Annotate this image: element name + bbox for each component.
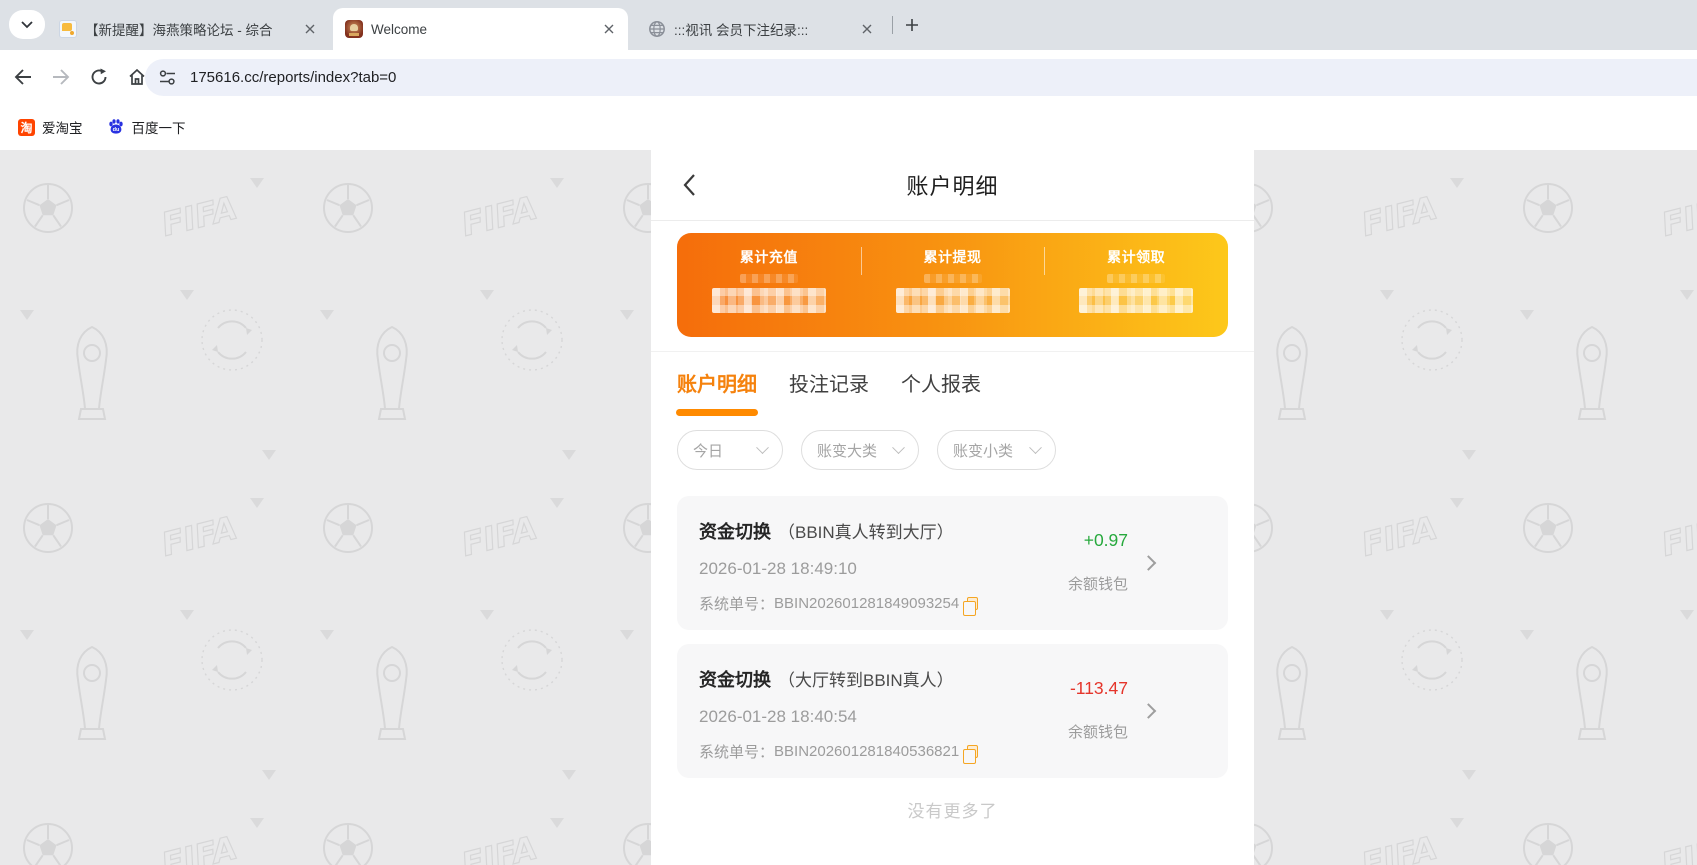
taobao-icon: 淘 [18,118,35,136]
filter-row: 今日 账变大类 账变小类 [677,430,1254,470]
transaction-amount: +0.97 [1083,530,1128,550]
forward-button[interactable] [44,60,78,94]
filter-label: 今日 [693,442,724,460]
url-text[interactable]: 175616.cc/reports/index?tab=0 [190,69,396,86]
summary-total-claimed: 累计领取 [1044,233,1228,337]
tab-strip: 【新提醒】海燕策略论坛 - 综合 Welcome :::视讯 会员下注纪录::: [0,0,1697,50]
tab-personal-report[interactable]: 个人报表 [901,370,981,400]
chevron-down-icon [1029,440,1042,454]
transaction-title: 资金切换 [699,670,771,690]
order-number: BBIN202601281849093254 [774,595,960,612]
close-icon[interactable] [600,20,618,38]
tab-search-button[interactable] [9,10,45,39]
transaction-list: 资金切换 （BBIN真人转到大厅） 2026-01-28 18:49:10 系统… [651,470,1254,778]
browser-toolbar: 175616.cc/reports/index?tab=0 [0,50,1697,104]
account-detail-panel: 账户明细 累计充值 累计提现 累计领取 账户明细 投注记录 个人报表 今日 账变… [651,150,1254,865]
bookmark-label: 爱淘宝 [42,121,83,136]
address-bar[interactable]: 175616.cc/reports/index?tab=0 [145,59,1697,96]
page-title: 账户明细 [906,174,999,199]
back-button[interactable] [6,60,40,94]
censored-blur [923,274,982,283]
transaction-amount: -113.47 [1069,678,1128,698]
summary-total-deposit: 累计充值 [677,233,861,337]
page-header: 账户明细 [651,150,1254,221]
wallet-label: 余额钱包 [1067,576,1128,593]
bookmark-baidu[interactable]: du 百度一下 [101,113,192,141]
transaction-title: 资金切换 [699,522,771,542]
tab-divider [892,16,893,34]
close-icon[interactable] [301,20,319,38]
new-tab-button[interactable] [898,11,926,39]
bookmark-label: 百度一下 [131,121,186,136]
browser-tab-forum[interactable]: 【新提醒】海燕策略论坛 - 综合 [47,8,329,50]
no-more-text: 没有更多了 [907,802,998,821]
bookmarks-bar: 淘 爱淘宝 du 百度一下 [0,104,1697,150]
back-chevron-button[interactable] [677,173,701,197]
casino-icon [345,20,363,38]
copy-icon[interactable] [963,597,979,616]
browser-tab-records[interactable]: :::视讯 会员下注纪录::: [636,8,886,50]
summary-label: 累计领取 [1107,249,1166,265]
censored-blur [739,274,798,283]
globe-icon [648,20,666,38]
tab-bet-records[interactable]: 投注记录 [789,370,869,400]
summary-label: 累计充值 [739,249,798,265]
transaction-subtitle: （BBIN真人转到大厅） [778,523,954,542]
forum-icon [59,20,77,38]
web-page: FIFA [0,150,1697,865]
order-label: 系统单号： [699,596,775,613]
bookmark-taobao[interactable]: 淘 爱淘宝 [12,113,89,141]
censored-value [1079,288,1194,313]
summary-card: 累计充值 累计提现 累计领取 [677,233,1228,337]
filter-minor-category-dropdown[interactable]: 账变小类 [937,430,1056,470]
filter-major-category-dropdown[interactable]: 账变大类 [801,430,919,470]
copy-icon[interactable] [963,745,979,764]
summary-label: 累计提现 [923,249,982,265]
chevron-down-icon [21,20,33,28]
filter-label: 账变小类 [953,442,1014,460]
summary-total-withdraw: 累计提现 [860,233,1045,337]
tab-account-detail[interactable]: 账户明细 [677,370,757,400]
transaction-datetime: 2026-01-28 18:49:10 [699,559,857,578]
transaction-subtitle: （大厅转到BBIN真人） [778,671,954,690]
wallet-label: 余额钱包 [1067,724,1128,741]
chevron-down-icon [756,440,769,454]
transaction-row[interactable]: 资金切换 （BBIN真人转到大厅） 2026-01-28 18:49:10 系统… [677,496,1228,630]
svg-text:du: du [112,127,119,133]
transaction-datetime: 2026-01-28 18:40:54 [699,707,857,726]
report-tabs: 账户明细 投注记录 个人报表 [651,352,1254,400]
baidu-paw-icon: du [107,118,125,136]
tab-title: 【新提醒】海燕策略论坛 - 综合 [85,23,273,38]
order-number: BBIN202601281840536821 [774,743,960,760]
censored-value [895,288,1010,313]
site-settings-icon[interactable] [159,70,176,85]
close-icon[interactable] [858,20,876,38]
browser-tab-welcome[interactable]: Welcome [333,8,628,50]
filter-date-dropdown[interactable]: 今日 [677,430,783,470]
censored-blur [1107,274,1166,283]
transaction-row[interactable]: 资金切换 （大厅转到BBIN真人） 2026-01-28 18:40:54 系统… [677,644,1228,778]
tab-title: :::视讯 会员下注纪录::: [674,23,809,38]
browser-window: 【新提醒】海燕策略论坛 - 综合 Welcome :::视讯 会员下注纪录::: [0,0,1697,865]
filter-label: 账变大类 [817,442,878,460]
reload-button[interactable] [82,60,116,94]
order-label: 系统单号： [699,744,775,761]
censored-value [711,288,826,313]
tab-title: Welcome [371,21,428,37]
chevron-down-icon [892,440,905,454]
